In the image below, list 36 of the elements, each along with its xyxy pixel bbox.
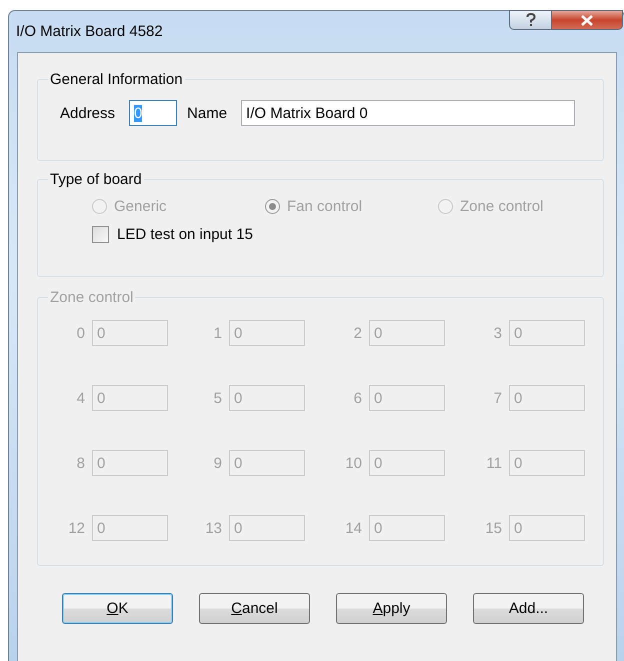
radio-label: Zone control	[460, 198, 544, 215]
zone-number: 0	[76, 324, 85, 342]
zone-number: 11	[486, 454, 502, 472]
radio-label: Generic	[114, 198, 167, 215]
group-title: General Information	[49, 71, 184, 88]
zone-number: 1	[214, 324, 222, 342]
name-field[interactable]: I/O Matrix Board 0	[241, 100, 576, 126]
zone-number: 15	[485, 520, 502, 536]
zone-number: 9	[214, 454, 222, 472]
address-label: Address	[60, 104, 116, 122]
radio-label: Fan control	[287, 198, 362, 215]
group-title: Zone control	[49, 289, 134, 306]
zone-number: 2	[354, 324, 362, 342]
zone-number: 3	[494, 324, 502, 342]
help-button[interactable]	[509, 10, 552, 30]
group-title: Type of board	[49, 171, 143, 188]
dialog-button[interactable]: Cancel	[199, 593, 310, 624]
close-button[interactable]	[552, 10, 623, 30]
close-icon	[580, 14, 594, 26]
zone-number: 6	[354, 390, 362, 406]
zone-number: 7	[494, 390, 502, 406]
led-test-checkbox[interactable]: LED test on input 15	[92, 226, 603, 243]
zone-number: 10	[345, 454, 362, 472]
zone-number: 8	[76, 454, 85, 472]
address-field[interactable]: 0	[129, 100, 178, 126]
name-label: Name	[187, 104, 228, 122]
dialog-button[interactable]: Apply	[336, 593, 447, 624]
dialog-button[interactable]: Add...	[473, 593, 584, 624]
zone-number: 13	[205, 520, 222, 536]
window-title: I/O Matrix Board 4582	[16, 23, 163, 40]
zone-number: 12	[68, 520, 85, 536]
zone-number: 4	[76, 390, 85, 406]
dialog-button[interactable]: OK	[62, 593, 173, 624]
zone-number: 14	[345, 520, 362, 536]
zone-number: 5	[214, 390, 222, 406]
help-icon	[526, 13, 536, 27]
